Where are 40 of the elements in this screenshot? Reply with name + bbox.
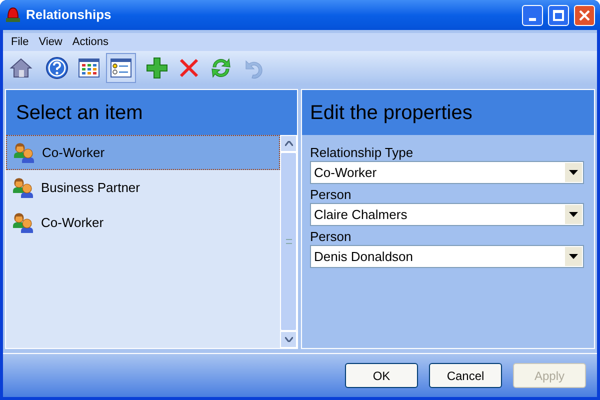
grid-icon — [77, 56, 101, 80]
close-button[interactable] — [574, 4, 595, 26]
toolbar-button[interactable] — [106, 53, 136, 83]
dropdown[interactable]: Co-Worker — [310, 161, 584, 184]
list-item[interactable]: Business Partner — [6, 170, 280, 205]
form-icon — [109, 56, 133, 80]
panel-title: Edit the properties — [310, 100, 472, 126]
scrollbar[interactable] — [280, 135, 297, 348]
field-label: Relationship Type — [310, 144, 414, 161]
minimize-icon — [529, 18, 536, 20]
plus-icon — [145, 56, 169, 80]
item-label: Co-Worker — [42, 144, 105, 162]
maximize-icon — [553, 10, 564, 20]
list-item[interactable]: Co-Worker — [6, 135, 280, 170]
grip-icon — [286, 239, 292, 244]
dialog-button[interactable]: OK — [345, 363, 418, 388]
field-label: Person — [310, 228, 352, 245]
field-label: Person — [310, 186, 352, 203]
menu-item[interactable]: File — [11, 34, 29, 50]
window-title: Relationships — [26, 6, 112, 24]
house-icon — [9, 56, 33, 80]
menu-item[interactable]: View — [38, 34, 62, 50]
minimize-button[interactable] — [522, 4, 543, 26]
help-icon — [45, 56, 69, 80]
list-item[interactable]: Co-Worker — [6, 205, 280, 240]
panel-title: Select an item — [16, 100, 143, 126]
refresh-icon — [209, 56, 233, 80]
siren-icon — [5, 6, 21, 24]
menu-item[interactable]: Actions — [72, 34, 108, 50]
delete-icon — [177, 56, 201, 80]
people-icon — [12, 142, 36, 164]
dropdown[interactable]: Denis Donaldson — [310, 245, 584, 268]
people-icon — [11, 212, 35, 234]
people-icon — [11, 176, 35, 198]
dialog-button[interactable]: Cancel — [429, 363, 502, 388]
dropdown[interactable]: Claire Chalmers — [310, 203, 584, 226]
close-icon — [579, 10, 590, 20]
item-label: Co-Worker — [41, 214, 104, 232]
item-label: Business Partner — [41, 178, 140, 197]
maximize-button[interactable] — [548, 4, 569, 26]
